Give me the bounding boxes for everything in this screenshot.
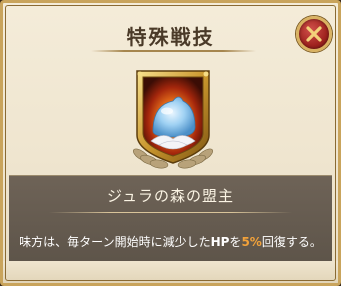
dialog-title: 特殊戦技 [126, 25, 215, 49]
skill-name: ジュラの森の盟主 [107, 187, 234, 205]
dialog-header: 特殊戦技 [3, 3, 338, 61]
description-hp: HP [210, 235, 230, 249]
close-button[interactable] [296, 16, 332, 52]
description-prefix: 味方は、毎ターン開始時に減少した [19, 235, 211, 249]
slime-emblem-icon [132, 70, 214, 169]
skill-name-divider [49, 212, 292, 213]
description-suffix: 回復する。 [261, 235, 322, 249]
description-mid: を [229, 235, 242, 249]
title-divider [91, 50, 256, 52]
skill-dialog: 特殊戦技 ジュラの森の盟主 味方は、毎ターン開始時に減少したHPを5%回復する。 [0, 0, 341, 286]
skill-emblem [123, 65, 223, 170]
dialog-footer [3, 261, 338, 283]
skill-description: 味方は、毎ターン開始時に減少したHPを5%回復する。 [9, 233, 332, 250]
close-icon [306, 26, 322, 42]
description-value: 5% [241, 235, 262, 249]
skill-description-panel: ジュラの森の盟主 味方は、毎ターン開始時に減少したHPを5%回復する。 [9, 175, 332, 267]
